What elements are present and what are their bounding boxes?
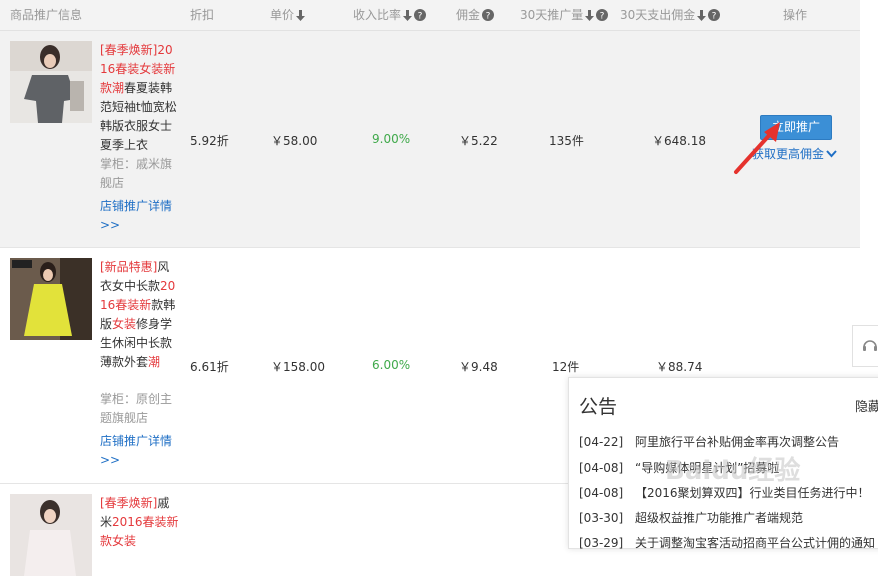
table-header: 商品推广信息 折扣 单价 收入比率? 佣金? 30天推广量? 30天支出佣金? … (0, 0, 860, 31)
sort-down-icon (296, 10, 306, 21)
notice-text: 关于调整淘宝客活动招商平台公式计佣的通知 (635, 536, 876, 550)
price-value: ￥158.00 (271, 360, 325, 374)
product-title[interactable]: [春季焕新]戚米2016春装新款女装 (100, 494, 180, 551)
discount-value: 5.92折 (190, 134, 229, 148)
header-operation: 操作 (783, 8, 808, 22)
ratio-value: 6.00% (372, 358, 411, 372)
notice-date: [03-29] (579, 536, 624, 550)
header-product: 商品推广信息 (10, 8, 83, 22)
shop-detail-link[interactable]: 店铺推广详情>> (100, 432, 180, 470)
product-image[interactable] (10, 258, 92, 340)
header-price-label: 单价 (270, 8, 295, 22)
header-commission-label: 佣金 (456, 8, 481, 22)
shop-detail-link[interactable]: 店铺推广详情>> (100, 197, 180, 235)
header-income-ratio[interactable]: 收入比率? (353, 6, 427, 23)
notice-text: 阿里旅行平台补贴佣金率再次调整公告 (635, 435, 840, 449)
product-title[interactable]: [新品特惠]风衣女中长款2016春装新款韩版女装修身学生休闲中长款薄款外套潮 (100, 258, 180, 372)
notice-date: [04-08] (579, 486, 624, 500)
notice-item[interactable]: [04-22] 阿里旅行平台补贴佣金率再次调整公告 (579, 433, 839, 450)
svg-text:?: ? (600, 12, 605, 22)
volume-value: 12件 (552, 360, 580, 374)
notice-text: 【2016聚划算双四】行业类目任务进行中！ (635, 486, 870, 500)
header-volume[interactable]: 30天推广量? (520, 6, 609, 23)
chevron-down-icon (826, 150, 837, 158)
header-volume-label: 30天推广量 (520, 8, 584, 22)
sort-down-icon (403, 10, 413, 21)
annotation-arrow-icon (734, 122, 780, 174)
product-tag: [春季焕新] (100, 43, 158, 57)
title-highlight: 女装 (112, 317, 137, 331)
title-highlight: 2016春装新款女装 (100, 515, 179, 548)
product-title[interactable]: [春季焕新]2016春装女装新款潮春夏装韩范短袖t恤宽松韩版衣服女士夏季上衣 (100, 41, 180, 155)
headset-icon (863, 340, 877, 351)
help-icon[interactable]: ? (596, 9, 609, 22)
shop-name[interactable]: 掌柜：原创主题旗舰店 (100, 390, 180, 428)
product-image[interactable] (10, 494, 92, 576)
help-icon[interactable]: ? (708, 9, 721, 22)
price-value: ￥58.00 (271, 134, 318, 148)
help-icon[interactable]: ? (414, 9, 427, 22)
commission-value: ￥5.22 (459, 134, 498, 148)
header-discount[interactable]: 折扣 (190, 6, 214, 23)
notice-date: [04-22] (579, 435, 624, 449)
shop-name[interactable]: 掌柜：戚米旗舰店 (100, 155, 180, 193)
notice-date: [03-30] (579, 511, 624, 525)
feedback-side-tab[interactable] (852, 325, 878, 367)
notice-item[interactable]: [03-30] 超级权益推广功能推广者端规范 (579, 509, 803, 526)
title-highlight: 潮 (148, 355, 161, 369)
product-tag: [新品特惠] (100, 260, 158, 274)
help-icon[interactable]: ? (482, 9, 495, 22)
sort-down-icon (697, 10, 707, 21)
header-spend-label: 30天支出佣金 (620, 8, 696, 22)
watermark: Baidu经验 (665, 456, 801, 486)
spend-value: ￥88.74 (656, 360, 703, 374)
discount-value: 6.61折 (190, 360, 229, 374)
svg-text:?: ? (486, 12, 491, 22)
notice-text: 超级权益推广功能推广者端规范 (635, 511, 804, 525)
header-spend[interactable]: 30天支出佣金? (620, 6, 721, 23)
ratio-value: 9.00% (372, 132, 411, 146)
spend-value: ￥648.18 (652, 134, 706, 148)
header-ratio-label: 收入比率 (353, 8, 402, 22)
svg-text:?: ? (712, 12, 717, 22)
product-image[interactable] (10, 41, 92, 123)
notice-date: [04-08] (579, 461, 624, 475)
commission-value: ￥9.48 (459, 360, 498, 374)
volume-value: 135件 (549, 134, 584, 148)
header-price[interactable]: 单价 (270, 6, 306, 23)
notice-title: 公告 (579, 396, 618, 418)
svg-text:?: ? (418, 12, 423, 22)
header-commission[interactable]: 佣金? (456, 6, 495, 23)
notice-hide-button[interactable]: 隐藏 (855, 396, 878, 415)
product-tag: [春季焕新] (100, 496, 158, 510)
sort-down-icon (585, 10, 595, 21)
